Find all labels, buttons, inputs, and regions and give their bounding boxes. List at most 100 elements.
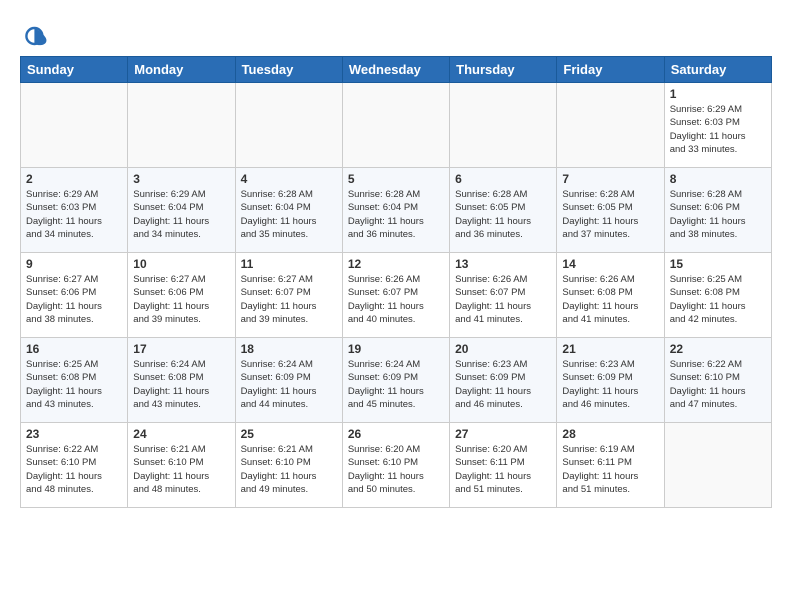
calendar-cell [235,83,342,168]
weekday-header: Wednesday [342,57,449,83]
day-info: Sunrise: 6:24 AM Sunset: 6:08 PM Dayligh… [133,358,229,411]
day-number: 11 [241,257,337,271]
day-info: Sunrise: 6:19 AM Sunset: 6:11 PM Dayligh… [562,443,658,496]
calendar-cell [664,423,771,508]
day-info: Sunrise: 6:28 AM Sunset: 6:04 PM Dayligh… [348,188,444,241]
day-number: 6 [455,172,551,186]
weekday-header: Thursday [450,57,557,83]
weekday-header: Saturday [664,57,771,83]
calendar-cell: 13 Sunrise: 6:26 AM Sunset: 6:07 PM Dayli… [450,253,557,338]
calendar-cell: 20 Sunrise: 6:23 AM Sunset: 6:09 PM Dayli… [450,338,557,423]
day-number: 27 [455,427,551,441]
day-info: Sunrise: 6:28 AM Sunset: 6:05 PM Dayligh… [455,188,551,241]
day-info: Sunrise: 6:21 AM Sunset: 6:10 PM Dayligh… [241,443,337,496]
day-number: 13 [455,257,551,271]
day-number: 23 [26,427,122,441]
day-info: Sunrise: 6:29 AM Sunset: 6:03 PM Dayligh… [26,188,122,241]
day-info: Sunrise: 6:28 AM Sunset: 6:06 PM Dayligh… [670,188,766,241]
day-info: Sunrise: 6:21 AM Sunset: 6:10 PM Dayligh… [133,443,229,496]
day-number: 9 [26,257,122,271]
calendar-cell: 10 Sunrise: 6:27 AM Sunset: 6:06 PM Dayli… [128,253,235,338]
calendar-cell: 3 Sunrise: 6:29 AM Sunset: 6:04 PM Daylig… [128,168,235,253]
day-info: Sunrise: 6:27 AM Sunset: 6:07 PM Dayligh… [241,273,337,326]
calendar-cell: 23 Sunrise: 6:22 AM Sunset: 6:10 PM Dayli… [21,423,128,508]
calendar-cell [342,83,449,168]
day-number: 8 [670,172,766,186]
calendar-cell: 2 Sunrise: 6:29 AM Sunset: 6:03 PM Daylig… [21,168,128,253]
calendar-cell: 5 Sunrise: 6:28 AM Sunset: 6:04 PM Daylig… [342,168,449,253]
day-info: Sunrise: 6:27 AM Sunset: 6:06 PM Dayligh… [133,273,229,326]
calendar-cell: 22 Sunrise: 6:22 AM Sunset: 6:10 PM Dayli… [664,338,771,423]
weekday-header: Sunday [21,57,128,83]
day-number: 20 [455,342,551,356]
calendar-cell: 12Sunrise: 6:26 AM Sunset: 6:07 PM Dayli… [342,253,449,338]
weekday-header: Tuesday [235,57,342,83]
day-number: 16 [26,342,122,356]
day-number: 26 [348,427,444,441]
day-info: Sunrise: 6:20 AM Sunset: 6:10 PM Dayligh… [348,443,444,496]
calendar-week-row: 23 Sunrise: 6:22 AM Sunset: 6:10 PM Dayli… [21,423,772,508]
day-number: 10 [133,257,229,271]
calendar-cell: 8 Sunrise: 6:28 AM Sunset: 6:06 PM Daylig… [664,168,771,253]
calendar-cell: 17 Sunrise: 6:24 AM Sunset: 6:08 PM Dayli… [128,338,235,423]
calendar-cell: 4Sunrise: 6:28 AM Sunset: 6:04 PM Daylig… [235,168,342,253]
day-info: Sunrise: 6:24 AM Sunset: 6:09 PM Dayligh… [241,358,337,411]
calendar-cell: 21 Sunrise: 6:23 AM Sunset: 6:09 PM Dayli… [557,338,664,423]
day-number: 15 [670,257,766,271]
day-number: 2 [26,172,122,186]
calendar-cell: 11 Sunrise: 6:27 AM Sunset: 6:07 PM Dayli… [235,253,342,338]
day-number: 22 [670,342,766,356]
calendar-cell: 16 Sunrise: 6:25 AM Sunset: 6:08 PM Dayli… [21,338,128,423]
calendar-table: SundayMondayTuesdayWednesdayThursdayFrid… [20,56,772,508]
calendar-cell [128,83,235,168]
calendar-cell: 18 Sunrise: 6:24 AM Sunset: 6:09 PM Dayli… [235,338,342,423]
calendar-cell: 7 Sunrise: 6:28 AM Sunset: 6:05 PM Daylig… [557,168,664,253]
day-info: Sunrise: 6:24 AM Sunset: 6:09 PM Dayligh… [348,358,444,411]
day-info: Sunrise: 6:29 AM Sunset: 6:04 PM Dayligh… [133,188,229,241]
weekday-header: Monday [128,57,235,83]
day-number: 3 [133,172,229,186]
calendar-cell: 19 Sunrise: 6:24 AM Sunset: 6:09 PM Dayli… [342,338,449,423]
day-number: 1 [670,87,766,101]
day-info: Sunrise: 6:25 AM Sunset: 6:08 PM Dayligh… [670,273,766,326]
day-number: 24 [133,427,229,441]
calendar-cell [450,83,557,168]
day-number: 21 [562,342,658,356]
day-info: Sunrise: 6:28 AM Sunset: 6:05 PM Dayligh… [562,188,658,241]
day-number: 17 [133,342,229,356]
calendar-week-row: 2 Sunrise: 6:29 AM Sunset: 6:03 PM Daylig… [21,168,772,253]
day-info: Sunrise: 6:25 AM Sunset: 6:08 PM Dayligh… [26,358,122,411]
day-info: Sunrise: 6:22 AM Sunset: 6:10 PM Dayligh… [26,443,122,496]
day-number: 14 [562,257,658,271]
calendar-week-row: 16 Sunrise: 6:25 AM Sunset: 6:08 PM Dayli… [21,338,772,423]
weekday-header: Friday [557,57,664,83]
day-number: 5 [348,172,444,186]
calendar-cell [557,83,664,168]
day-number: 28 [562,427,658,441]
day-number: 7 [562,172,658,186]
calendar-cell: 9Sunrise: 6:27 AM Sunset: 6:06 PM Daylig… [21,253,128,338]
day-info: Sunrise: 6:23 AM Sunset: 6:09 PM Dayligh… [455,358,551,411]
day-info: Sunrise: 6:28 AM Sunset: 6:04 PM Dayligh… [241,188,337,241]
calendar-cell: 24 Sunrise: 6:21 AM Sunset: 6:10 PM Dayli… [128,423,235,508]
calendar-cell: 26 Sunrise: 6:20 AM Sunset: 6:10 PM Dayli… [342,423,449,508]
day-number: 19 [348,342,444,356]
day-info: Sunrise: 6:26 AM Sunset: 6:08 PM Dayligh… [562,273,658,326]
day-info: Sunrise: 6:23 AM Sunset: 6:09 PM Dayligh… [562,358,658,411]
page-header [20,20,772,52]
logo-icon [20,20,52,52]
calendar-cell: 27 Sunrise: 6:20 AM Sunset: 6:11 PM Dayli… [450,423,557,508]
calendar-cell: 1 Sunrise: 6:29 AM Sunset: 6:03 PM Daylig… [664,83,771,168]
calendar-cell: 28 Sunrise: 6:19 AM Sunset: 6:11 PM Dayli… [557,423,664,508]
calendar-cell: 6 Sunrise: 6:28 AM Sunset: 6:05 PM Daylig… [450,168,557,253]
day-info: Sunrise: 6:22 AM Sunset: 6:10 PM Dayligh… [670,358,766,411]
day-number: 18 [241,342,337,356]
calendar-cell: 15 Sunrise: 6:25 AM Sunset: 6:08 PM Dayli… [664,253,771,338]
calendar-header-row: SundayMondayTuesdayWednesdayThursdayFrid… [21,57,772,83]
calendar-cell [21,83,128,168]
day-info: Sunrise: 6:20 AM Sunset: 6:11 PM Dayligh… [455,443,551,496]
day-number: 25 [241,427,337,441]
day-info: Sunrise: 6:29 AM Sunset: 6:03 PM Dayligh… [670,103,766,156]
day-number: 12 [348,257,444,271]
day-info: Sunrise: 6:26 AM Sunset: 6:07 PM Dayligh… [455,273,551,326]
